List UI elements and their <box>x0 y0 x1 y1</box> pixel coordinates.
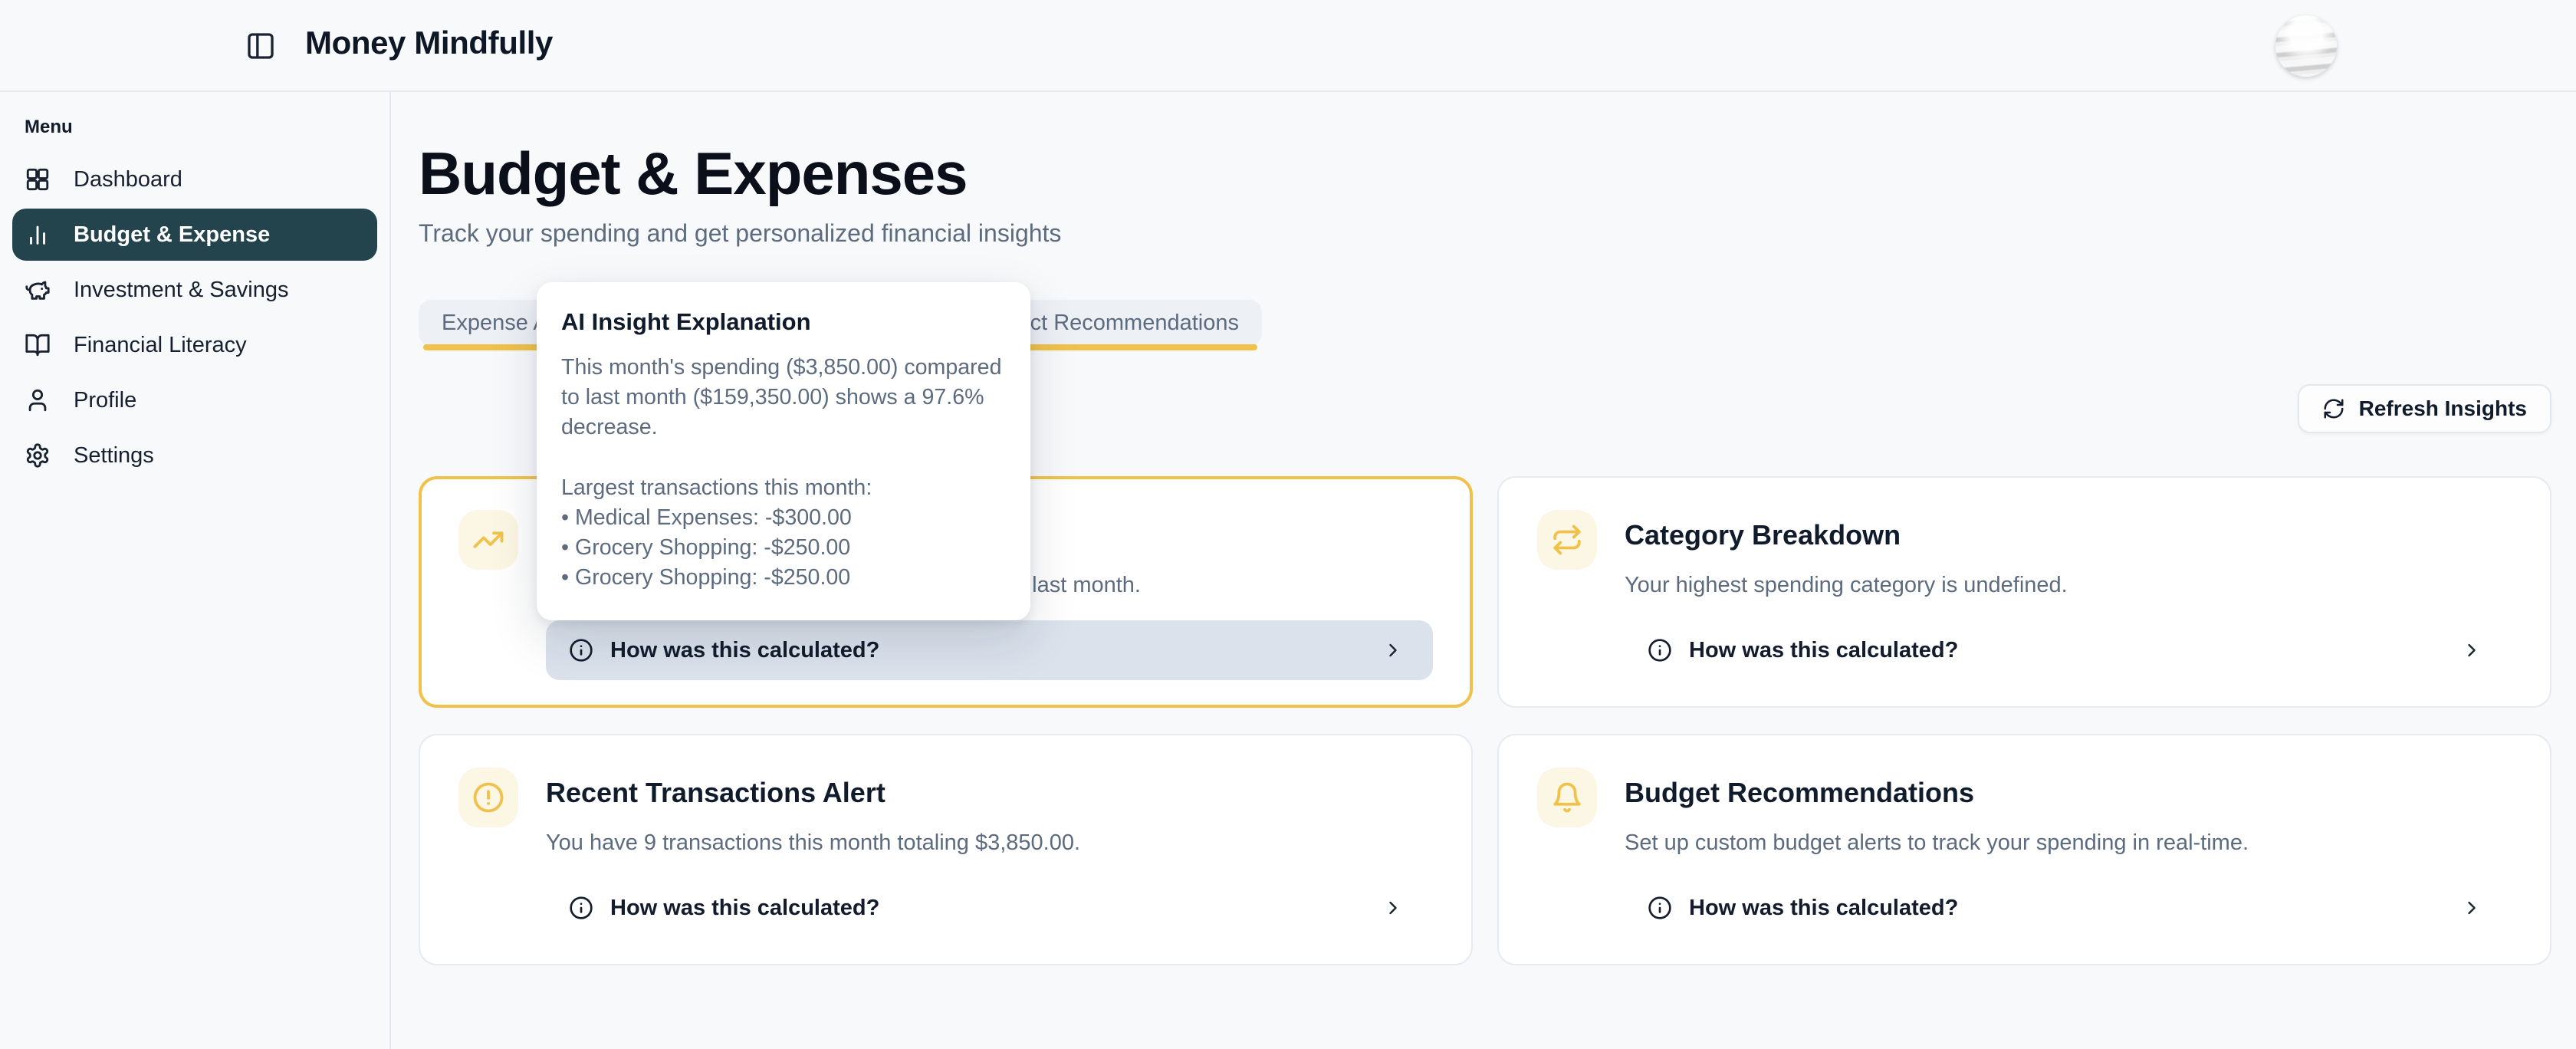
card-budget-recommendations: Budget Recommendations Set up custom bud… <box>1497 734 2551 965</box>
panel-left-icon <box>245 31 276 61</box>
card-title: Recent Transactions Alert <box>546 777 1433 811</box>
how-calculated-label: How was this calculated? <box>610 638 879 663</box>
refresh-insights-label: Refresh Insights <box>2359 396 2527 421</box>
chevron-right-icon <box>1382 897 1404 919</box>
sidebar-item-label: Financial Literacy <box>74 333 247 358</box>
popup-transaction-item: • Medical Expenses: -$300.00 <box>561 503 1009 533</box>
refresh-insights-button[interactable]: Refresh Insights <box>2298 384 2551 433</box>
page-subtitle: Track your spending and get personalized… <box>419 219 2551 248</box>
popup-transaction-item: • Grocery Shopping: -$250.00 <box>561 563 1009 593</box>
card-recent-transactions-alert: Recent Transactions Alert You have 9 tra… <box>419 734 1473 965</box>
card-body-text: Your highest spending category is undefi… <box>1625 573 2512 600</box>
gear-icon <box>25 442 51 469</box>
popup-transactions-heading: Largest transactions this month: <box>561 473 1009 503</box>
card-title: Budget Recommendations <box>1625 777 2512 811</box>
how-calculated-link[interactable]: How was this calculated? <box>1625 620 2512 680</box>
piggy-bank-icon <box>25 277 51 303</box>
how-calculated-link[interactable]: How was this calculated? <box>546 878 1433 938</box>
info-icon <box>569 896 593 920</box>
ai-insight-explanation-popup: AI Insight Explanation This month's spen… <box>537 282 1030 620</box>
how-calculated-label: How was this calculated? <box>1689 896 1958 921</box>
sidebar-item-budget-expense[interactable]: Budget & Expense <box>12 209 377 261</box>
popup-title: AI Insight Explanation <box>561 308 1006 336</box>
popup-summary-text: This month's spending ($3,850.00) compar… <box>561 353 1009 442</box>
popup-transaction-item: • Grocery Shopping: -$250.00 <box>561 533 1009 563</box>
card-body-text: You have 9 transactions this month total… <box>546 830 1433 858</box>
user-icon <box>25 387 51 413</box>
sidebar-section-label: Menu <box>25 117 377 138</box>
sidebar-item-label: Investment & Savings <box>74 278 288 303</box>
grid-icon <box>25 166 51 192</box>
trending-up-icon <box>458 510 518 570</box>
info-icon <box>569 638 593 663</box>
sidebar-item-label: Profile <box>74 388 136 413</box>
chevron-right-icon <box>1382 640 1404 661</box>
card-category-breakdown: Category Breakdown Your highest spending… <box>1497 476 2551 708</box>
card-title: Category Breakdown <box>1625 519 2512 553</box>
sidebar-item-settings[interactable]: Settings <box>12 429 377 482</box>
top-header: Money Mindfully <box>0 0 2576 92</box>
sidebar-item-label: Budget & Expense <box>74 222 270 248</box>
how-calculated-link[interactable]: How was this calculated? <box>546 620 1433 680</box>
how-calculated-label: How was this calculated? <box>1689 638 1958 663</box>
sidebar-item-investment-savings[interactable]: Investment & Savings <box>12 264 377 316</box>
sidebar-item-profile[interactable]: Profile <box>12 374 377 426</box>
sidebar-toggle-button[interactable] <box>245 31 276 61</box>
page-title: Budget & Expenses <box>419 141 2551 206</box>
bar-chart-icon <box>25 222 51 248</box>
repeat-icon <box>1537 510 1597 570</box>
popup-transactions-list: Largest transactions this month: • Medic… <box>561 473 1009 593</box>
sidebar-item-financial-literacy[interactable]: Financial Literacy <box>12 319 377 371</box>
book-open-icon <box>25 332 51 358</box>
chevron-right-icon <box>2461 897 2482 919</box>
sidebar-item-dashboard[interactable]: Dashboard <box>12 153 377 206</box>
app-title: Money Mindfully <box>305 25 553 61</box>
card-body-text: Set up custom budget alerts to track you… <box>1625 830 2512 858</box>
bell-icon <box>1537 768 1597 827</box>
chevron-right-icon <box>2461 640 2482 661</box>
sidebar-item-label: Dashboard <box>74 167 182 192</box>
user-avatar[interactable] <box>2275 15 2337 77</box>
sidebar: Menu Dashboard Budget & Expense Investme… <box>0 92 391 1049</box>
info-icon <box>1648 638 1672 663</box>
how-calculated-link[interactable]: How was this calculated? <box>1625 878 2512 938</box>
how-calculated-label: How was this calculated? <box>610 896 879 921</box>
info-icon <box>1648 896 1672 920</box>
refresh-icon <box>2322 397 2345 420</box>
sidebar-item-label: Settings <box>74 443 154 469</box>
alert-circle-icon <box>458 768 518 827</box>
